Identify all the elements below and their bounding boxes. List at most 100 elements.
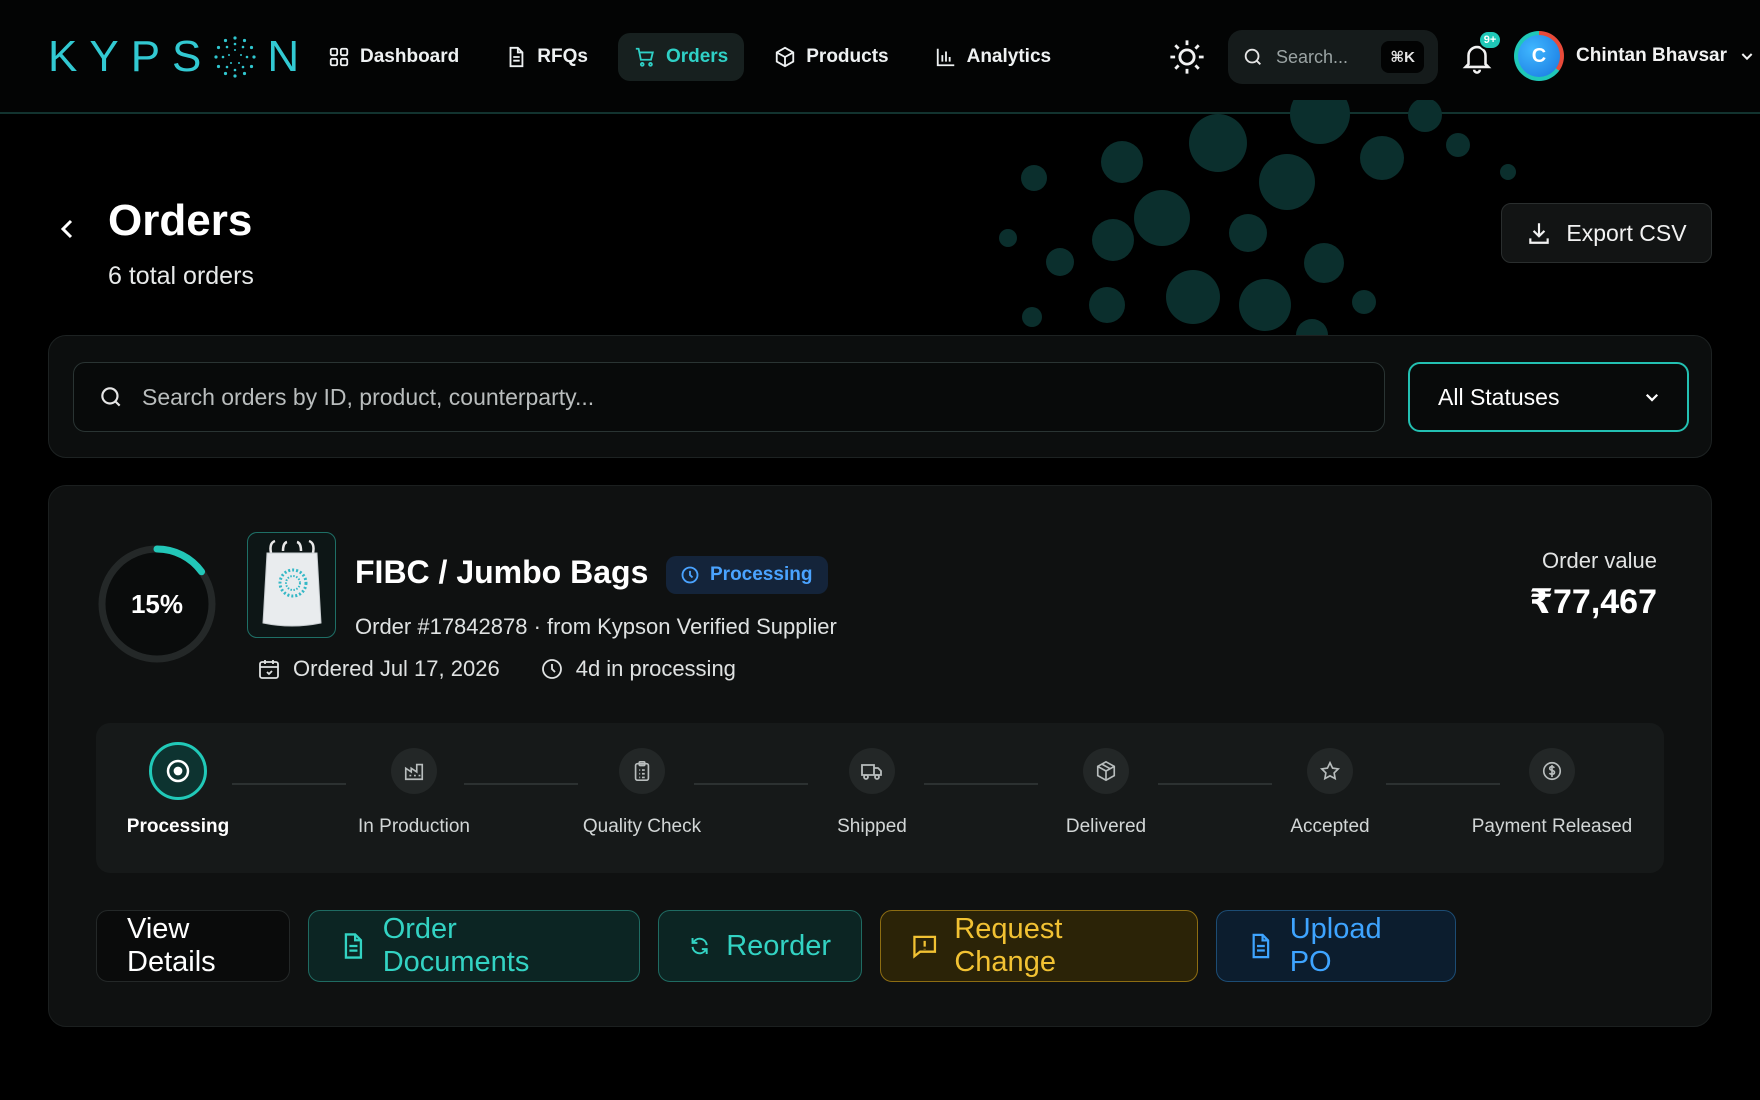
box-icon — [776, 46, 795, 68]
star-icon — [1319, 760, 1341, 781]
refresh-icon — [691, 937, 708, 955]
bar-chart-icon — [936, 48, 954, 67]
dollar-coin-icon — [1542, 761, 1562, 781]
step-dot — [1083, 748, 1129, 794]
nav-analytics-label: Analytics — [966, 46, 1052, 67]
notification-badge: 9+ — [1478, 30, 1502, 50]
nav-rfqs[interactable]: RFQs — [489, 33, 604, 81]
view-details-button[interactable]: View Details — [96, 910, 290, 982]
step-label: Delivered — [1065, 816, 1147, 837]
truck-icon — [861, 764, 882, 780]
target-icon — [166, 759, 190, 783]
order-card: 15% FIBC / Jumbo Bags Processing Order #… — [48, 485, 1712, 1027]
step-label: In Production — [358, 816, 470, 837]
step-dot — [849, 748, 895, 794]
search-shortcut-badge: ⌘K — [1381, 41, 1424, 73]
step-delivered: Delivered — [1006, 748, 1206, 838]
user-name: Chintan Bhavsar — [1576, 45, 1727, 66]
step-label: Processing — [126, 816, 230, 837]
sun-icon[interactable] — [1168, 38, 1206, 76]
status-filter-select[interactable]: All Statuses — [1408, 362, 1689, 432]
nav-dashboard[interactable]: Dashboard — [312, 33, 475, 81]
search-icon — [1244, 48, 1261, 65]
nav-rfqs-label: RFQs — [537, 46, 588, 67]
order-documents-button[interactable]: Order Documents — [308, 910, 640, 982]
request-change-button[interactable]: Request Change — [880, 910, 1198, 982]
step-dot — [391, 748, 437, 794]
grid-icon — [329, 47, 349, 67]
step-label: Quality Check — [582, 816, 702, 837]
global-search[interactable]: Search... ⌘K — [1228, 30, 1438, 84]
clock-icon — [541, 659, 562, 679]
search-icon — [101, 387, 121, 407]
page-title: Orders — [108, 196, 253, 245]
page-subtitle: 6 total orders — [108, 262, 254, 290]
document-icon — [509, 46, 524, 68]
order-search-input[interactable] — [142, 383, 1360, 411]
upload-po-button[interactable]: Upload PO — [1216, 910, 1456, 982]
upload-po-label: Upload PO — [1289, 913, 1382, 978]
cart-icon — [635, 47, 654, 67]
step-processing: Processing — [78, 742, 278, 838]
step-dot — [149, 742, 207, 800]
step-accepted: Accepted — [1230, 748, 1430, 838]
avatar: C — [1514, 31, 1564, 81]
download-icon — [1529, 223, 1550, 244]
view-details-label: View Details — [127, 913, 216, 978]
nav-analytics[interactable]: Analytics — [919, 33, 1067, 81]
request-change-label: Request Change — [954, 913, 1063, 978]
document-icon — [344, 933, 363, 959]
kypson-logo[interactable]: KYPS N — [48, 32, 311, 82]
order-search-box — [73, 362, 1385, 432]
order-documents-label: Order Documents — [382, 913, 530, 978]
step-dot — [619, 748, 665, 794]
calendar-icon — [259, 660, 279, 679]
global-search-placeholder: Search... — [1276, 46, 1349, 67]
alert-message-icon — [913, 935, 937, 959]
product-thumbnail[interactable] — [247, 532, 336, 638]
progress-percent: 15% — [130, 588, 184, 619]
step-label: Payment Released — [1471, 816, 1633, 837]
status-filter-value: All Statuses — [1438, 383, 1560, 410]
logo-ring-icon — [214, 36, 256, 78]
order-elapsed: 4d in processing — [540, 656, 736, 682]
back-arrow-icon[interactable] — [56, 214, 78, 244]
logo-text-right: N — [267, 32, 312, 81]
nav-products[interactable]: Products — [758, 33, 904, 81]
avatar-initial: C — [1518, 35, 1560, 77]
logo-text-left: KYPS — [48, 32, 214, 81]
order-date-text: Ordered Jul 17, 2026 — [293, 656, 500, 681]
order-elapsed-text: 4d in processing — [575, 656, 736, 681]
step-shipped: Shipped — [772, 748, 972, 838]
order-progress-timeline: Processing In Production Quality Check S… — [96, 723, 1664, 873]
order-meta-row: Ordered Jul 17, 2026 4d in processing — [257, 656, 736, 682]
export-csv-button[interactable]: Export CSV — [1501, 203, 1712, 263]
step-in-production: In Production — [314, 748, 514, 838]
filter-panel: All Statuses — [48, 335, 1712, 458]
nav-orders-label: Orders — [665, 46, 729, 67]
document-icon — [1252, 933, 1270, 959]
nav-products-label: Products — [806, 46, 889, 67]
order-id-supplier: Order #17842878 · from Kypson Verified S… — [355, 614, 837, 639]
step-label: Shipped — [837, 816, 907, 837]
package-icon — [1096, 760, 1116, 782]
status-badge: Processing — [666, 556, 829, 594]
chevron-down-icon — [1645, 393, 1659, 402]
order-date: Ordered Jul 17, 2026 — [257, 656, 500, 682]
step-label: Accepted — [1290, 816, 1370, 837]
reorder-label: Reorder — [726, 929, 831, 962]
export-csv-label: Export CSV — [1566, 219, 1687, 246]
step-quality-check: Quality Check — [542, 748, 742, 838]
step-dot — [1529, 748, 1575, 794]
step-payment-released: Payment Released — [1452, 748, 1652, 838]
product-title: FIBC / Jumbo Bags — [355, 554, 649, 590]
status-badge-label: Processing — [710, 564, 813, 585]
order-value-label: Order value — [1542, 548, 1657, 573]
nav-orders[interactable]: Orders — [617, 33, 745, 81]
step-dot — [1307, 748, 1353, 794]
user-menu[interactable]: C Chintan Bhavsar — [1514, 31, 1755, 81]
nav-dashboard-label: Dashboard — [360, 46, 460, 67]
main-nav: Dashboard RFQs Orders Products Analytics — [312, 33, 1067, 81]
order-value-amount: ₹77,467 — [1529, 583, 1657, 621]
reorder-button[interactable]: Reorder — [658, 910, 862, 982]
